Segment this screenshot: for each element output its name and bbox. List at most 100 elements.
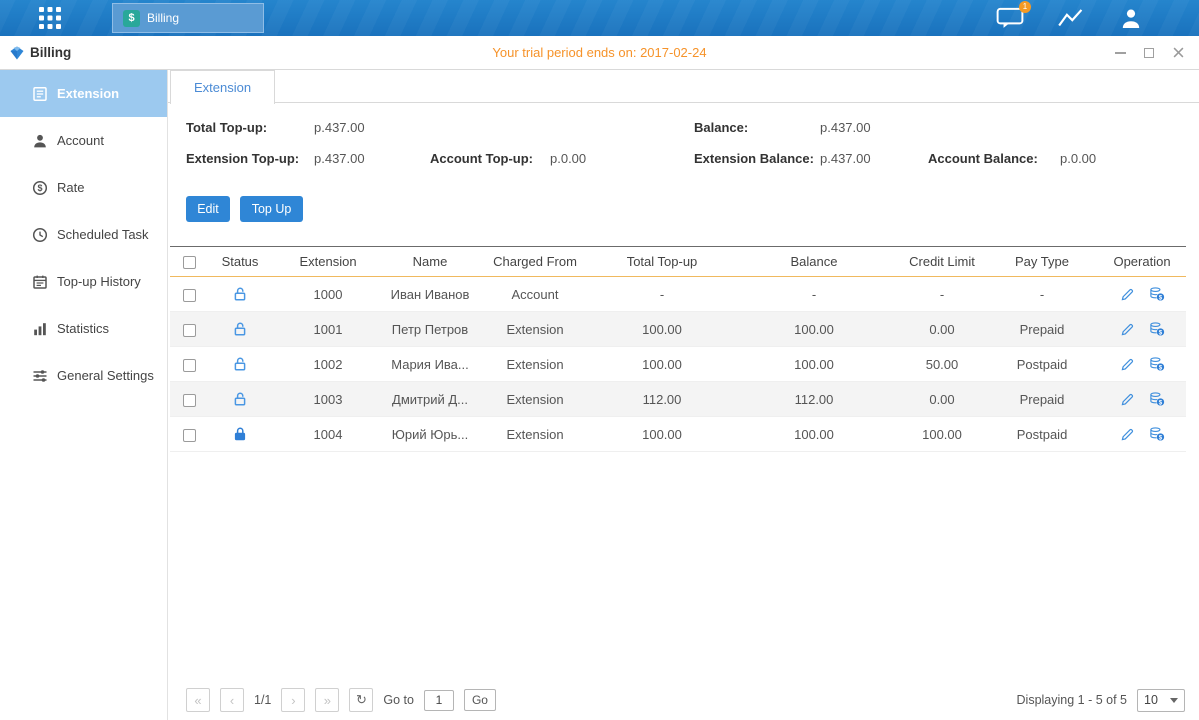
topup-icon[interactable]: $: [1149, 321, 1165, 337]
displaying-text: Displaying 1 - 5 of 5: [1017, 693, 1127, 707]
total-topup-value: p.437.00: [314, 118, 365, 138]
sidebar-item-account[interactable]: Account: [0, 117, 167, 164]
sidebar-item-extension[interactable]: Extension: [0, 70, 167, 117]
next-page-button[interactable]: ›: [281, 688, 305, 712]
page-size-select[interactable]: 10: [1137, 689, 1185, 712]
window-title: Billing: [30, 36, 71, 69]
name-cell: Иван Иванов: [384, 277, 476, 312]
status-locked-icon[interactable]: [232, 426, 248, 442]
prev-page-button[interactable]: ‹: [220, 688, 244, 712]
extension-topup-value: p.437.00: [314, 149, 365, 169]
total-topup-label: Total Top-up:: [186, 118, 267, 138]
sidebar-item-scheduled-task[interactable]: Scheduled Task: [0, 211, 167, 258]
row-checkbox[interactable]: [183, 429, 196, 442]
user-account-icon[interactable]: [1118, 7, 1144, 29]
charged-from-cell: Extension: [476, 382, 594, 417]
edit-icon[interactable]: [1120, 357, 1135, 372]
col-pay-type: Pay Type: [986, 247, 1098, 277]
edit-button[interactable]: Edit: [186, 196, 230, 222]
topbar-actions: 1: [996, 0, 1144, 36]
table-row-1001: 1001Петр ПетровExtension100.00100.000.00…: [170, 312, 1186, 347]
sidebar-item-top-up-history[interactable]: Top-up History: [0, 258, 167, 305]
edit-icon[interactable]: [1120, 322, 1135, 337]
sidebar-item-label: Statistics: [57, 321, 109, 336]
scheduled-task-icon: [32, 227, 48, 243]
edit-icon[interactable]: [1120, 427, 1135, 442]
top-up-button[interactable]: Top Up: [240, 196, 303, 222]
topup-icon[interactable]: $: [1149, 426, 1165, 442]
minimize-button[interactable]: [1113, 46, 1127, 60]
balance-value: p.437.00: [820, 118, 871, 138]
billing-app-tab-label: Billing: [147, 11, 179, 25]
select-all-checkbox[interactable]: [183, 256, 196, 269]
billing-logo-icon: [9, 45, 25, 64]
row-checkbox[interactable]: [183, 324, 196, 337]
statistics-icon: [32, 321, 48, 337]
tab-extension[interactable]: Extension: [170, 70, 275, 104]
app-window: $ Billing 1 Billing Your trial period en…: [0, 0, 1199, 720]
col-balance: Balance: [730, 247, 898, 277]
pagination-bar: « ‹ 1/1 › » ↻ Go to Go Displaying 1 - 5 …: [170, 686, 1185, 714]
status-unlocked-icon[interactable]: [232, 391, 248, 407]
first-page-button[interactable]: «: [186, 688, 210, 712]
topup-history-icon: [32, 274, 48, 290]
svg-text:$: $: [1158, 295, 1162, 302]
topup-icon[interactable]: $: [1149, 286, 1165, 302]
name-cell: Петр Петров: [384, 312, 476, 347]
col-total-topup: Total Top-up: [594, 247, 730, 277]
extensions-table-wrap: Status Extension Name Charged From Total…: [170, 246, 1186, 452]
account-topup-label: Account Top-up:: [430, 149, 533, 169]
sidebar-item-label: Rate: [57, 180, 84, 195]
credit-limit-cell: 100.00: [898, 417, 986, 452]
credit-limit-cell: 0.00: [898, 382, 986, 417]
messages-icon[interactable]: 1: [996, 6, 1024, 30]
sidebar-item-general-settings[interactable]: General Settings: [0, 352, 167, 399]
refresh-button[interactable]: ↻: [349, 688, 373, 712]
reports-chart-icon[interactable]: [1057, 6, 1085, 30]
balance-cell: 100.00: [730, 417, 898, 452]
status-unlocked-icon[interactable]: [232, 286, 248, 302]
extension-cell: 1001: [272, 312, 384, 347]
goto-page-input[interactable]: [424, 690, 454, 711]
row-checkbox[interactable]: [183, 394, 196, 407]
edit-icon[interactable]: [1120, 392, 1135, 407]
close-button[interactable]: [1171, 46, 1185, 60]
sidebar-nav: Extension Account $RateScheduled TaskTop-u…: [0, 70, 168, 720]
row-checkbox[interactable]: [183, 359, 196, 372]
extension-cell: 1004: [272, 417, 384, 452]
svg-text:$: $: [1158, 435, 1162, 442]
sidebar-item-label: Extension: [57, 86, 119, 101]
caret-down-icon: [1170, 698, 1178, 703]
balance-label: Balance:: [694, 118, 748, 138]
col-name: Name: [384, 247, 476, 277]
edit-icon[interactable]: [1120, 287, 1135, 302]
app-grid-icon[interactable]: [38, 6, 62, 30]
page-indicator: 1/1: [254, 693, 271, 707]
sidebar-item-label: Account: [57, 133, 104, 148]
extension-cell: 1002: [272, 347, 384, 382]
billing-app-tab[interactable]: $ Billing: [112, 3, 264, 33]
charged-from-cell: Extension: [476, 347, 594, 382]
name-cell: Дмитрий Д...: [384, 382, 476, 417]
last-page-button[interactable]: »: [315, 688, 339, 712]
sidebar-item-statistics[interactable]: Statistics: [0, 305, 167, 352]
go-button[interactable]: Go: [464, 689, 496, 711]
table-row-1000: 1000Иван ИвановAccount----$: [170, 277, 1186, 312]
balance-cell: 100.00: [730, 347, 898, 382]
trial-notice: Your trial period ends on: 2017-02-24: [0, 36, 1199, 69]
svg-text:$: $: [1158, 400, 1162, 407]
tab-extension-label: Extension: [194, 80, 251, 95]
status-unlocked-icon[interactable]: [232, 356, 248, 372]
sidebar-item-rate[interactable]: $Rate: [0, 164, 167, 211]
balance-cell: 100.00: [730, 312, 898, 347]
row-checkbox[interactable]: [183, 289, 196, 302]
account-icon: [32, 133, 48, 149]
window-titlebar: Billing Your trial period ends on: 2017-…: [0, 36, 1199, 70]
topup-icon[interactable]: $: [1149, 356, 1165, 372]
main-content: Extension Total Top-up: p.437.00 Balance…: [168, 70, 1199, 720]
maximize-button[interactable]: [1142, 46, 1156, 60]
status-unlocked-icon[interactable]: [232, 321, 248, 337]
table-row-1003: 1003Дмитрий Д...Extension112.00112.000.0…: [170, 382, 1186, 417]
charged-from-cell: Account: [476, 277, 594, 312]
topup-icon[interactable]: $: [1149, 391, 1165, 407]
